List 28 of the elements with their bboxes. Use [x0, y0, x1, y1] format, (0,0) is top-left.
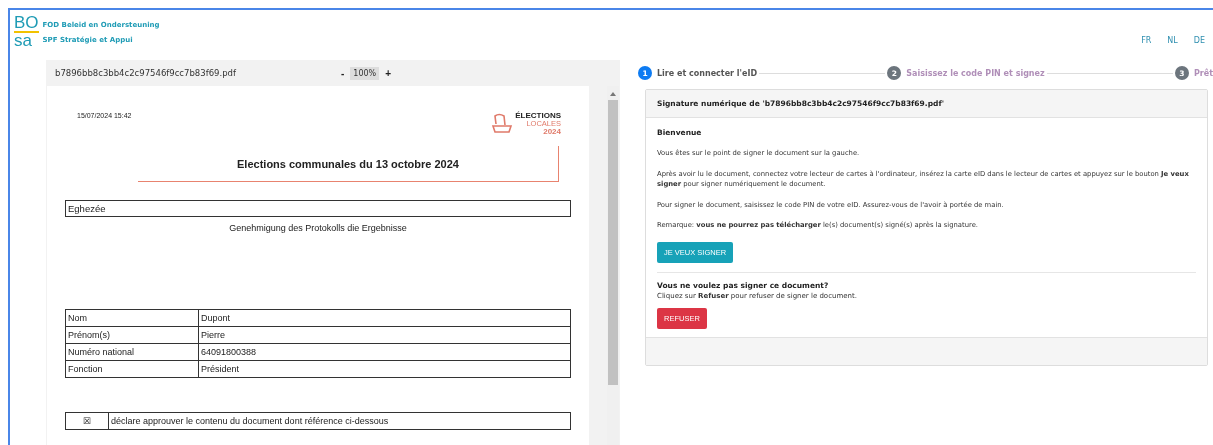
- language-link[interactable]: FR: [1141, 36, 1152, 45]
- document-subtitle: Genehmigung des Protokolls die Ergebnisse: [228, 222, 408, 233]
- badge-year: 2024: [543, 127, 561, 136]
- step-label: Prêt: [1193, 68, 1213, 78]
- table-cell: Pierre: [198, 326, 571, 343]
- scroll-up-icon[interactable]: [609, 90, 617, 98]
- table-cell: déclare approuver le contenu du document dont référence ci-dessous: [108, 412, 571, 429]
- table-cell: Président: [198, 360, 571, 377]
- zoom-in-button[interactable]: +: [379, 67, 398, 79]
- pdf-filename: b7896bb8c3bb4c2c97546f9cc7b83f69.pdf: [55, 68, 237, 78]
- zoom-level: 100%: [350, 66, 380, 80]
- language-link[interactable]: NL: [1167, 36, 1178, 45]
- table-cell: Prénom(s): [65, 326, 199, 343]
- table-cell: Numéro national: [65, 343, 199, 360]
- table-cell: Dupont: [198, 309, 571, 326]
- table-cell: Fonction: [65, 360, 199, 377]
- zoom-out-button[interactable]: -: [335, 67, 351, 79]
- badge-title: ÉLECTIONS: [515, 112, 561, 120]
- logo: BO sa: [14, 16, 39, 49]
- ballot-box-icon: [491, 112, 514, 134]
- document-title: Elections communales du 13 octobre 2024: [237, 157, 459, 170]
- language-link[interactable]: DE: [1193, 36, 1205, 45]
- step-label: Saisissez le code PIN et signez: [906, 68, 1045, 78]
- municipality-field: Eghezée: [65, 199, 571, 217]
- checkbox-cell: ☒: [65, 412, 109, 429]
- table-cell: 64091800388: [198, 343, 571, 360]
- step-label: Lire et connecter l'eID: [657, 68, 758, 78]
- table-cell: Nom: [65, 309, 199, 326]
